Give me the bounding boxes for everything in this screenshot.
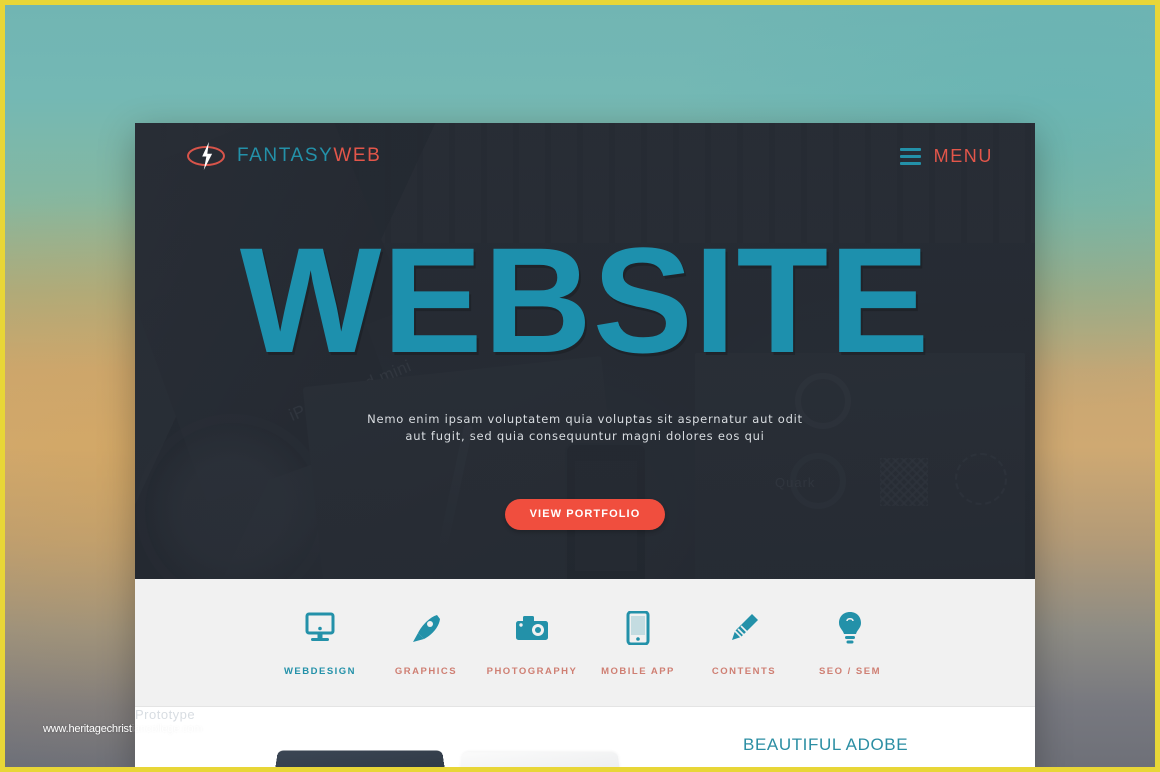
service-label-mobile-app: MOBILE APP xyxy=(601,666,675,677)
service-label-contents: CONTENTS xyxy=(711,666,777,677)
watermark-visible: www.heritagechrist xyxy=(43,723,132,735)
service-item-mobile-app[interactable]: MOBILE APP xyxy=(585,608,691,677)
menu-label: MENU xyxy=(933,145,993,166)
device-mockup-dark xyxy=(271,750,449,767)
hero-headline: WEBSITE xyxy=(239,216,931,384)
lower-showcase-section: Prototype BEAUTIFUL ADOBE xyxy=(135,707,1035,767)
brand-name-second: WEB xyxy=(333,145,382,166)
service-label-webdesign: WEBDESIGN xyxy=(283,666,357,677)
site-navbar: FANTASYWEB MENU xyxy=(135,142,1035,170)
brand-logo[interactable]: FANTASYWEB xyxy=(187,142,381,170)
showcase-title: BEAUTIFUL ADOBE xyxy=(743,735,909,754)
pen-nib-icon xyxy=(373,608,479,648)
view-portfolio-button[interactable]: VIEW PORTFOLIO xyxy=(504,499,666,530)
pencil-icon xyxy=(691,608,797,648)
monitor-icon xyxy=(267,608,373,648)
services-strip: WEBDESIGN GRAPHICS PHOTOGRAPHY MOBILE AP… xyxy=(135,579,1035,707)
device-mockup-light xyxy=(457,752,623,767)
service-label-photography: PHOTOGRAPHY xyxy=(486,666,578,677)
service-label-graphics: GRAPHICS xyxy=(394,666,458,677)
service-item-photography[interactable]: PHOTOGRAPHY xyxy=(479,608,585,677)
hamburger-icon[interactable] xyxy=(899,147,921,165)
menu-toggle[interactable]: MENU xyxy=(899,145,993,167)
screenshot-root: iPod u iPod mini Quark xyxy=(0,0,1160,772)
lightbulb-icon xyxy=(797,608,903,648)
camera-icon xyxy=(479,608,585,648)
service-label-seo-sem: SEO / SEM xyxy=(818,666,882,677)
site-watermark: www.heritagechristiancollege.com xyxy=(43,723,202,735)
hero-section: iPod u iPod mini Quark xyxy=(135,123,1035,579)
lightning-bolt-icon xyxy=(187,142,225,170)
mobile-icon xyxy=(585,608,691,648)
hero-subtitle-line-1: Nemo enim ipsam voluptatem quia voluptas… xyxy=(367,412,803,426)
website-mockup-card: iPod u iPod mini Quark xyxy=(135,123,1035,767)
ghost-text: Prototype xyxy=(135,707,196,722)
hero-subtitle-line-2: aut fugit, sed quia consequuntur magni d… xyxy=(405,429,765,443)
brand-name-first: FANTASY xyxy=(237,145,334,166)
service-item-graphics[interactable]: GRAPHICS xyxy=(373,608,479,677)
hero-subtitle: Nemo enim ipsam voluptatem quia voluptas… xyxy=(135,411,1035,445)
watermark-faded: iancollege.com xyxy=(131,723,203,735)
service-item-seo-sem[interactable]: SEO / SEM xyxy=(797,608,903,677)
brand-wordmark: FANTASYWEB xyxy=(237,145,381,167)
service-item-contents[interactable]: CONTENTS xyxy=(691,608,797,677)
service-item-webdesign[interactable]: WEBDESIGN xyxy=(267,608,373,677)
hero-cta-container: VIEW PORTFOLIO xyxy=(135,499,1035,530)
